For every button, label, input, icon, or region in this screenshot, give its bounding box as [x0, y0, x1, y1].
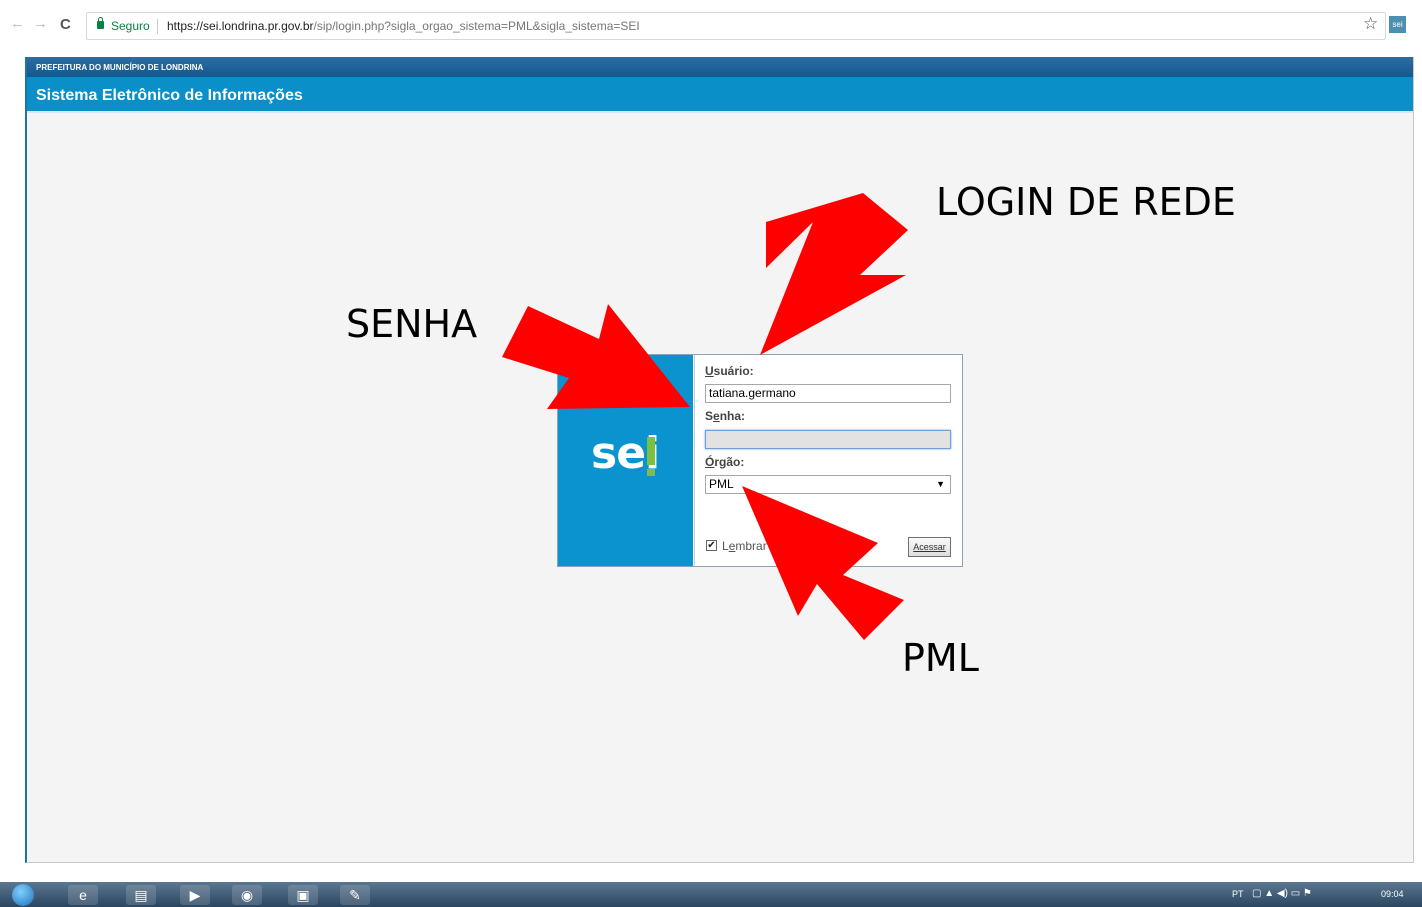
- bookmark-star-icon[interactable]: ☆: [1363, 14, 1378, 34]
- file-explorer-icon[interactable]: ▤: [126, 885, 156, 905]
- sei-logo-exclamation-bar: [647, 437, 655, 465]
- remember-checkbox[interactable]: ✔: [706, 540, 717, 551]
- url-path: /sip/login.php?sigla_orgao_sistema=PML&s…: [313, 19, 640, 33]
- browser-toolbar: ← → C Seguro https://sei.londrina.pr.gov…: [0, 0, 1422, 52]
- org-selected-value: PML: [709, 477, 734, 491]
- lock-icon: [97, 17, 104, 29]
- login-box: sei Usuário: tatiana.germano Senha: Órgã…: [557, 354, 963, 567]
- annotation-pml: PML: [902, 636, 979, 680]
- address-separator: [157, 19, 158, 34]
- dropdown-arrow-icon: ▼: [936, 479, 945, 489]
- back-arrow-icon[interactable]: ←: [10, 16, 25, 31]
- terminal-app-icon[interactable]: ▣: [288, 885, 318, 905]
- org-select[interactable]: PML ▼: [705, 475, 951, 494]
- sei-logo-exclamation-dot: [647, 469, 655, 476]
- taskbar-clock[interactable]: 09:04: [1381, 889, 1404, 899]
- start-button-icon[interactable]: [12, 884, 34, 906]
- sei-extension-icon[interactable]: sei: [1389, 16, 1406, 33]
- address-bar[interactable]: Seguro https://sei.londrina.pr.gov.br/si…: [86, 12, 1386, 40]
- system-tray-icons[interactable]: ▢ ▲ ◀) ▭ ⚑: [1252, 888, 1312, 899]
- reload-icon[interactable]: C: [60, 17, 71, 32]
- chrome-icon[interactable]: ◉: [232, 885, 262, 905]
- password-label: Senha:: [705, 409, 746, 423]
- annotation-login-de-rede: LOGIN DE REDE: [936, 180, 1236, 224]
- org-label: Órgão:: [705, 455, 745, 469]
- remember-label[interactable]: Lembrar: [722, 539, 767, 553]
- language-indicator[interactable]: PT: [1232, 889, 1244, 899]
- user-input[interactable]: tatiana.germano: [705, 384, 951, 403]
- media-player-icon[interactable]: ▶: [180, 885, 210, 905]
- annotation-senha: SENHA: [346, 302, 478, 346]
- user-label: Usuário:: [705, 364, 754, 378]
- url-text: https://sei.londrina.pr.gov.br/sip/login…: [167, 13, 640, 39]
- org-title: PREFEITURA DO MUNICÍPIO DE LONDRINA: [27, 57, 1413, 77]
- login-form: Usuário: tatiana.germano Senha: Órgão: P…: [694, 355, 962, 566]
- sei-page: PREFEITURA DO MUNICÍPIO DE LONDRINA Sist…: [25, 57, 1414, 863]
- system-title: Sistema Eletrônico de Informações: [27, 77, 1413, 113]
- paint-icon[interactable]: ✎: [340, 885, 370, 905]
- password-input[interactable]: [705, 430, 951, 449]
- windows-taskbar: e ▤ ▶ ◉ ▣ ✎ PT ▢ ▲ ◀) ▭ ⚑ 09:04: [0, 882, 1422, 907]
- submit-button[interactable]: Acessar: [908, 537, 951, 557]
- sei-logo-panel: sei: [558, 355, 693, 566]
- internet-explorer-icon[interactable]: e: [68, 885, 98, 905]
- secure-label: Seguro: [111, 19, 150, 33]
- forward-arrow-icon[interactable]: →: [33, 16, 48, 31]
- url-host: https://sei.londrina.pr.gov.br: [167, 19, 314, 33]
